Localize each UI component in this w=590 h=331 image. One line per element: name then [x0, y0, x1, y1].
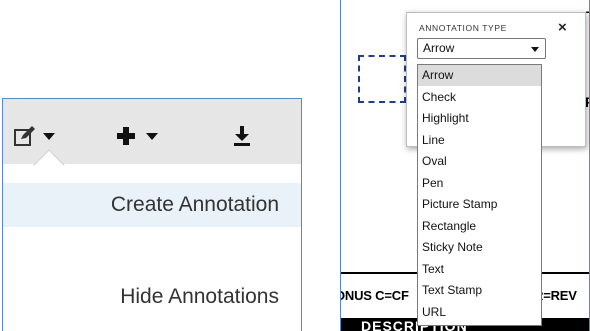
annotation-type-label: ANNOTATION TYPE	[419, 23, 507, 33]
download-icon[interactable]	[232, 125, 252, 147]
chevron-down-icon[interactable]	[43, 133, 55, 140]
chevron-down-icon	[531, 47, 539, 52]
chevron-down-icon[interactable]	[146, 133, 158, 140]
option-arrow[interactable]: Arrow	[418, 65, 541, 86]
create-annotation-item[interactable]: Create Annotation	[3, 183, 301, 227]
option-oval[interactable]: Oval	[418, 151, 541, 172]
annotation-type-selected-value: Arrow	[423, 41, 455, 55]
option-text[interactable]: Text	[418, 259, 541, 280]
option-rectangle[interactable]: Rectangle	[418, 216, 541, 237]
annotation-menu-panel: Create Annotation Hide Annotations	[2, 98, 302, 331]
document-fragment-t: T	[586, 8, 589, 24]
option-highlight[interactable]: Highlight	[418, 108, 541, 129]
option-picture-stamp[interactable]: Picture Stamp	[418, 194, 541, 215]
option-url[interactable]: URL	[418, 302, 541, 323]
close-icon[interactable]: ×	[558, 19, 567, 36]
annotation-type-dropdown-list: Arrow Check Highlight Line Oval Pen Pict…	[417, 64, 542, 326]
option-pen[interactable]: Pen	[418, 173, 541, 194]
option-text-stamp[interactable]: Text Stamp	[418, 280, 541, 301]
option-check[interactable]: Check	[418, 87, 541, 108]
annotation-selection-box[interactable]	[358, 55, 406, 103]
document-text-left: ONUS C=CF	[340, 288, 409, 303]
plus-icon[interactable]	[115, 125, 137, 147]
option-sticky-note[interactable]: Sticky Note	[418, 237, 541, 258]
edit-icon[interactable]	[13, 125, 37, 147]
option-line[interactable]: Line	[418, 130, 541, 151]
annotation-type-select[interactable]: Arrow	[417, 38, 546, 59]
document-view: T F ANNOTATION TYPE × Arrow ONUS C=CF R=…	[340, 0, 590, 331]
hide-annotations-item[interactable]: Hide Annotations	[3, 275, 301, 319]
